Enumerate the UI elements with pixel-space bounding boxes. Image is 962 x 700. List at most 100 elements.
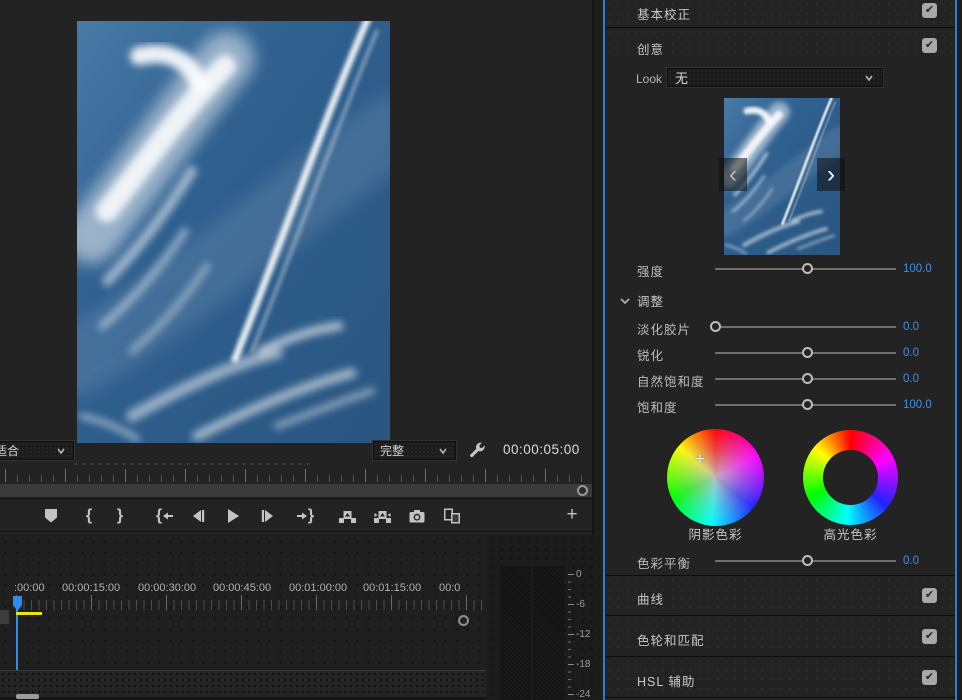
meter-label: 0 [576, 569, 582, 580]
audio-track-area[interactable] [0, 671, 486, 697]
saturation-slider[interactable] [715, 404, 896, 406]
slider-handle[interactable] [802, 263, 813, 274]
extract-button[interactable] [372, 506, 392, 526]
playback-resolution-select[interactable]: 完整 [373, 441, 456, 460]
slider-handle[interactable] [710, 321, 721, 332]
clip-duration-bar [16, 612, 42, 615]
ruler-label: 00:01:15:00 [363, 582, 421, 594]
timeline-time-ruler[interactable] [0, 595, 486, 611]
monitor-zoom-scrollbar[interactable] [0, 484, 592, 497]
faded-film-label: 淡化胶片 [637, 319, 691, 338]
button-editor-add-button[interactable]: + [562, 504, 582, 526]
sharpen-value[interactable]: 0.0 [903, 347, 958, 359]
section-label: 曲线 [637, 589, 664, 608]
saturation-label: 饱和度 [637, 397, 678, 416]
section-creative-header[interactable]: 创意 ✔ [605, 30, 955, 58]
slider-handle[interactable] [802, 373, 813, 384]
intensity-value[interactable]: 100.0 [903, 263, 958, 275]
add-marker-button[interactable] [41, 506, 61, 526]
previous-look-button[interactable]: ‹ [719, 158, 747, 191]
audio-meter-channel-left [500, 566, 531, 700]
tint-balance-value[interactable]: 0.0 [903, 555, 958, 567]
wheel-crosshair-icon[interactable]: + [692, 452, 708, 468]
mark-out-button[interactable]: } [110, 506, 130, 526]
monitor-mini-timeline-ruler[interactable] [0, 468, 592, 483]
meter-label: -18 [576, 659, 590, 670]
section-hsl-secondary[interactable]: HSL 辅助 ✔ [605, 657, 955, 697]
section-color-wheels-match[interactable]: 色轮和匹配 ✔ [605, 616, 955, 656]
vibrance-slider[interactable] [715, 378, 896, 380]
look-preview-thumbnail[interactable]: ‹ › [724, 98, 840, 255]
sharpen-slider[interactable] [715, 352, 896, 354]
slider-handle[interactable] [802, 555, 813, 566]
tint-balance-slider[interactable] [715, 560, 896, 562]
brace-glyph: } [308, 507, 314, 525]
section-divider [605, 697, 955, 698]
section-divider [605, 27, 955, 28]
section-label: 基本校正 [637, 4, 691, 23]
hsl-secondary-checkbox[interactable]: ✔ [922, 670, 937, 685]
timeline-panel: :00:00 00:00:15:00 00:00:30:00 00:00:45:… [0, 536, 486, 700]
ruler-label: 00:0 [439, 582, 460, 594]
timeline-vscroll-handle[interactable] [458, 615, 469, 626]
section-curves[interactable]: 曲线 ✔ [605, 576, 955, 615]
ruler-major-ticks [16, 595, 486, 610]
go-to-out-button[interactable]: } [292, 506, 318, 526]
zoom-level-value: 适合 [0, 442, 19, 459]
chevron-down-icon [863, 73, 875, 83]
color-wheels-match-checkbox[interactable]: ✔ [922, 629, 937, 644]
program-monitor-panel: 适合 完整 00:00:05:00 { [0, 0, 594, 535]
faded-film-slider[interactable] [715, 326, 896, 328]
step-back-button[interactable] [188, 506, 208, 526]
wrench-settings-icon[interactable] [468, 442, 486, 459]
highlight-tint-wheel[interactable] [803, 430, 898, 525]
playback-resolution-value: 完整 [380, 442, 404, 459]
playhead-timecode[interactable]: 00:00:05:00 [503, 442, 580, 457]
lift-button[interactable] [337, 506, 357, 526]
meter-label: -6 [576, 599, 585, 610]
shadow-tint-wheel[interactable] [667, 429, 764, 526]
intensity-slider[interactable] [715, 268, 896, 270]
mark-out-glyph: } [117, 507, 123, 525]
mark-in-button[interactable]: { [79, 506, 99, 526]
export-frame-button[interactable] [407, 506, 427, 526]
saturation-value[interactable]: 100.0 [903, 399, 958, 411]
slider-handle[interactable] [802, 399, 813, 410]
curves-checkbox[interactable]: ✔ [922, 588, 937, 603]
meter-label: -12 [576, 629, 590, 640]
slider-handle[interactable] [802, 347, 813, 358]
chevron-right-icon: › [827, 163, 835, 187]
basic-correction-checkbox[interactable]: ✔ [922, 3, 937, 18]
timeline-ruler-labels: :00:00 00:00:15:00 00:00:30:00 00:00:45:… [0, 582, 486, 595]
sharpen-label: 锐化 [637, 345, 664, 364]
timeline-hscroll-thumb[interactable] [16, 694, 39, 699]
comparison-view-button[interactable] [442, 506, 462, 526]
zoom-level-select[interactable]: 适合 [0, 441, 74, 460]
step-forward-button[interactable] [258, 506, 278, 526]
meter-label: -24 [576, 689, 590, 700]
next-look-button[interactable]: › [817, 158, 845, 191]
look-value: 无 [675, 68, 688, 87]
chevron-down-icon [437, 446, 449, 456]
chevron-left-icon: ‹ [729, 163, 737, 187]
adjust-group-label[interactable]: 调整 [637, 291, 664, 310]
ruler-label: 00:00:30:00 [138, 582, 196, 594]
program-video-frame [77, 21, 390, 443]
intensity-label: 强度 [637, 261, 664, 280]
transport-controls: { } { } [0, 498, 592, 532]
faded-film-value[interactable]: 0.0 [903, 321, 958, 333]
play-button[interactable] [223, 506, 243, 526]
go-to-in-button[interactable]: { [152, 506, 178, 526]
scrollbar-handle[interactable] [577, 485, 588, 496]
vibrance-value[interactable]: 0.0 [903, 373, 958, 385]
twirl-down-icon[interactable] [619, 295, 631, 307]
creative-checkbox[interactable]: ✔ [922, 38, 937, 53]
ruler-major-ticks [5, 469, 592, 482]
look-select[interactable]: 无 [667, 68, 883, 87]
meter-scale-major-ticks [568, 574, 574, 695]
section-basic-correction[interactable]: 基本校正 ✔ [605, 0, 955, 27]
chevron-down-icon [55, 446, 67, 456]
lumetri-color-panel: 基本校正 ✔ 创意 ✔ Look 无 ‹ › 强度 100.0 [603, 0, 957, 700]
panel-divider [592, 0, 594, 535]
mark-in-glyph: { [86, 507, 92, 525]
